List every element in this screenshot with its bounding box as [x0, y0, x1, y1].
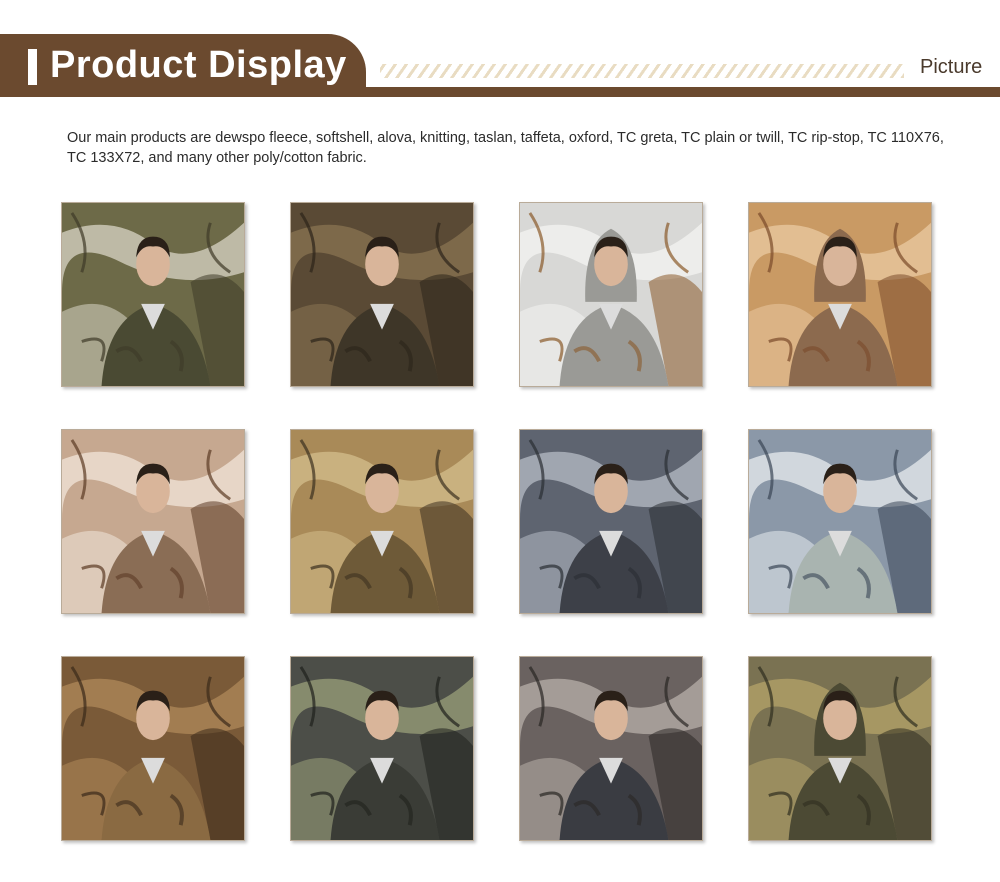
product-image-tan-leaf-camo[interactable] — [290, 429, 474, 614]
product-image-hex-grey-camo[interactable] — [519, 429, 703, 614]
title-accent-bar — [28, 49, 37, 85]
product-image-digital-grey-camo[interactable] — [519, 656, 703, 841]
product-image-snow-branch-camo[interactable] — [519, 202, 703, 387]
decorative-stripes — [380, 64, 904, 78]
product-gallery — [61, 202, 934, 842]
header-tab: Product Display — [0, 34, 366, 97]
product-image-forest-dark-camo[interactable] — [290, 656, 474, 841]
section-title: Product Display — [50, 44, 347, 86]
section-header: Product Display Picture — [0, 34, 1000, 100]
product-image-dark-reed-camo[interactable] — [290, 202, 474, 387]
section-subtitle: Picture — [920, 56, 983, 78]
product-image-winter-reed-camo[interactable] — [61, 429, 245, 614]
product-image-olive-branch-camo[interactable] — [61, 202, 245, 387]
product-image-ice-blue-camo[interactable] — [748, 429, 932, 614]
product-image-desert-brush-camo[interactable] — [748, 202, 932, 387]
product-image-mud-brown-camo[interactable] — [61, 656, 245, 841]
intro-text: Our main products are dewspo fleece, sof… — [67, 130, 944, 166]
product-image-net-mesh-camo[interactable] — [748, 656, 932, 841]
